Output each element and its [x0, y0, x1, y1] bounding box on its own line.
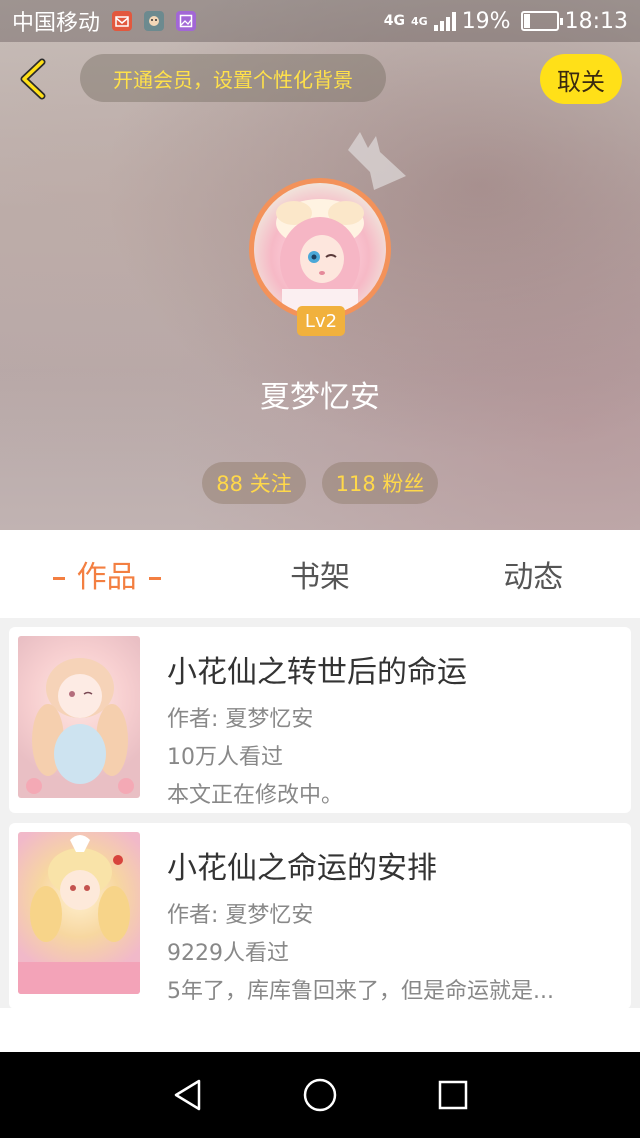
following-count-button[interactable]: 88 关注	[202, 462, 306, 504]
book-title[interactable]: 小花仙之转世后的命运	[167, 647, 607, 691]
status-indicators: 4G 4G 19% 18:13	[384, 9, 628, 34]
system-nav-bar	[0, 1052, 640, 1138]
nav-recents-button[interactable]	[431, 1073, 475, 1117]
book-author: 作者: 夏梦忆安	[167, 707, 314, 732]
back-button[interactable]	[14, 56, 54, 102]
network-label: 4G	[383, 13, 405, 29]
status-bar: 中国移动 4G 4G 19% 18:13	[0, 0, 640, 42]
mail-icon	[112, 11, 133, 31]
signal-icon	[433, 11, 456, 31]
book-info: 小花仙之命运的安排 作者: 夏梦忆安 9229人看过 5年了，库库鲁回来了，但是…	[167, 843, 607, 1005]
circle-home-icon	[303, 1078, 337, 1112]
tab-activity[interactable]: 动态	[427, 552, 640, 596]
battery-icon	[520, 11, 563, 31]
tab-activity-label: 动态	[503, 560, 564, 595]
gallery-icon	[176, 11, 197, 31]
username: 夏梦忆安	[260, 380, 380, 415]
book-description: 本文正在修改中。	[167, 783, 344, 808]
book-views: 9229人看过	[167, 941, 289, 966]
list-item[interactable]: 小花仙之转世后的命运 作者: 夏梦忆安 10万人看过 本文正在修改中。	[9, 627, 631, 813]
tab-bookshelf-label: 书架	[289, 560, 350, 595]
book-title[interactable]: 小花仙之命运的安排	[167, 843, 607, 887]
book-info: 小花仙之转世后的命运 作者: 夏梦忆安 10万人看过 本文正在修改中。	[167, 647, 607, 809]
cover-illustration	[26, 658, 134, 794]
book-views: 10万人看过	[167, 745, 283, 770]
unfollow-button[interactable]: 取关	[540, 54, 622, 104]
tab-indicator-right	[148, 577, 161, 580]
book-cover[interactable]	[18, 636, 140, 798]
app-icon	[144, 11, 165, 31]
cover-illustration	[18, 835, 140, 994]
avatar-illustration	[276, 199, 364, 311]
tab-works-label: 作品	[76, 560, 137, 595]
tab-indicator-left	[52, 577, 65, 580]
triangle-back-icon	[174, 1079, 200, 1111]
tab-works[interactable]: 作品	[0, 552, 213, 596]
tab-bookshelf[interactable]: 书架	[213, 552, 426, 596]
battery-fill	[523, 14, 530, 28]
vip-banner[interactable]: 开通会员，设置个性化背景	[80, 54, 386, 102]
avatar-image	[254, 183, 386, 315]
works-list: 小花仙之转世后的命运 作者: 夏梦忆安 10万人看过 本文正在修改中。 小花仙之…	[0, 618, 640, 1052]
clock: 18:13	[564, 8, 628, 34]
network-label-2: 4G	[411, 14, 428, 28]
carrier-name: 中国移动	[12, 11, 101, 36]
nav-back-button[interactable]	[165, 1073, 209, 1117]
list-footer	[0, 1008, 640, 1052]
book-cover[interactable]	[18, 832, 140, 994]
nav-home-button[interactable]	[298, 1073, 342, 1117]
list-item[interactable]: 小花仙之命运的安排 作者: 夏梦忆安 9229人看过 5年了，库库鲁回来了，但是…	[9, 823, 631, 1009]
fans-count-button[interactable]: 118 粉丝	[322, 462, 438, 504]
avatar[interactable]	[249, 178, 391, 320]
chevron-left-icon	[20, 58, 46, 100]
profile-tabs: 作品 书架 动态	[0, 530, 640, 618]
battery-percent: 19%	[461, 8, 511, 34]
square-recents-icon	[439, 1080, 468, 1110]
level-badge: Lv2	[297, 306, 345, 336]
book-author: 作者: 夏梦忆安	[167, 903, 314, 928]
book-description: 5年了，库库鲁回来了，但是命运就是...	[167, 979, 554, 1004]
profile-header: 中国移动 4G 4G 19% 18:13 开通会员，设置个性化背景 取关 Lv2…	[0, 0, 640, 530]
